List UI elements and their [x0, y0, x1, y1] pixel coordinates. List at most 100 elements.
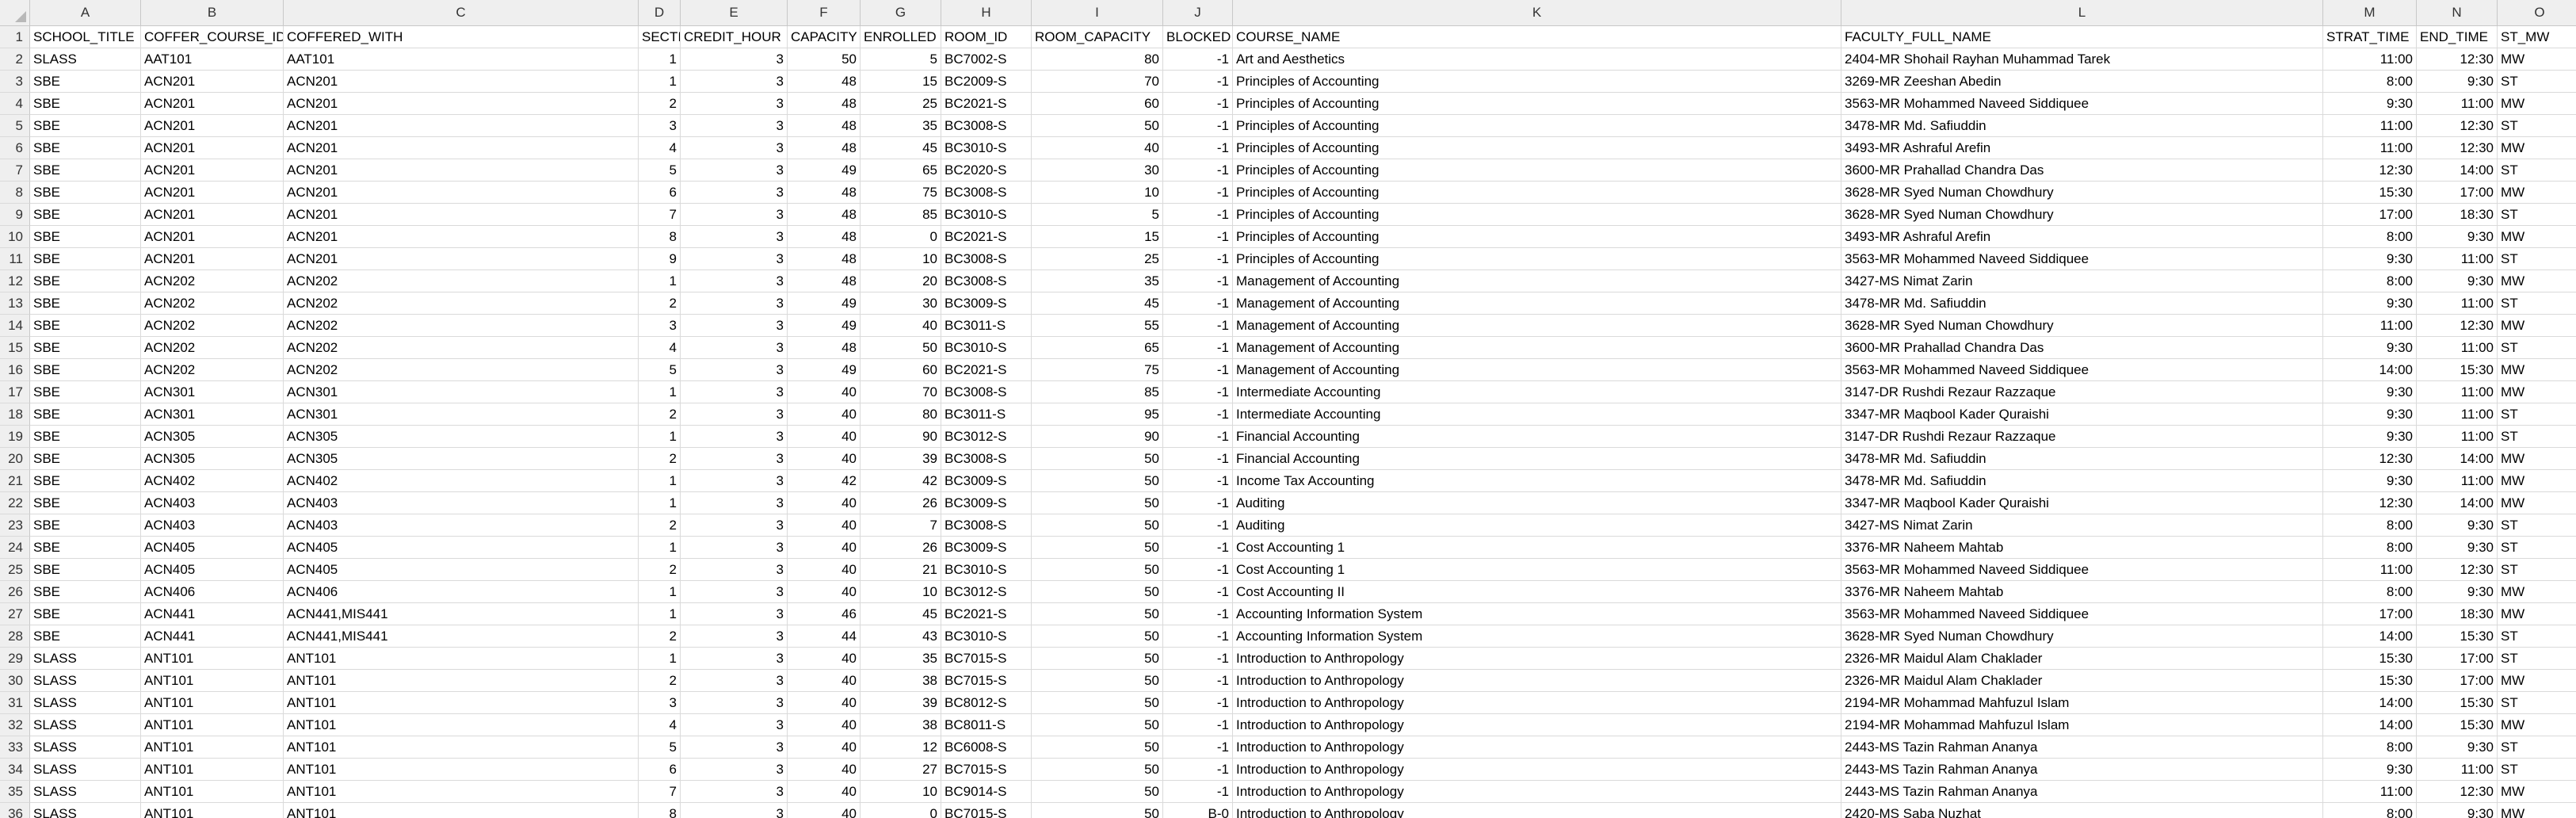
- cell-o25[interactable]: ST: [2498, 559, 2576, 581]
- cell-h4[interactable]: BC2021-S: [941, 93, 1032, 115]
- cell-c24[interactable]: ACN405: [284, 537, 639, 559]
- cell-b28[interactable]: ACN441: [141, 625, 284, 648]
- cell-n27[interactable]: 18:30: [2417, 603, 2498, 625]
- cell-d10[interactable]: 8: [639, 226, 681, 248]
- cell-j16[interactable]: -1: [1163, 359, 1233, 381]
- cell-c33[interactable]: ANT101: [284, 736, 639, 759]
- cell-k4[interactable]: Principles of Accounting: [1233, 93, 1841, 115]
- row-header[interactable]: 9: [0, 204, 30, 226]
- cell-n36[interactable]: 9:30: [2417, 803, 2498, 818]
- cell-m32[interactable]: 14:00: [2323, 714, 2417, 736]
- cell-c35[interactable]: ANT101: [284, 781, 639, 803]
- cell-h31[interactable]: BC8012-S: [941, 692, 1032, 714]
- cell-j6[interactable]: -1: [1163, 137, 1233, 159]
- row-header[interactable]: 35: [0, 781, 30, 803]
- row-header[interactable]: 22: [0, 492, 30, 514]
- cell-i34[interactable]: 50: [1032, 759, 1163, 781]
- cell-h27[interactable]: BC2021-S: [941, 603, 1032, 625]
- row-header[interactable]: 21: [0, 470, 30, 492]
- cell-c4[interactable]: ACN201: [284, 93, 639, 115]
- cell-g15[interactable]: 50: [861, 337, 941, 359]
- cell-l6[interactable]: 3493-MR Ashraful Arefin: [1841, 137, 2323, 159]
- cell-k32[interactable]: Introduction to Anthropology: [1233, 714, 1841, 736]
- cell-m18[interactable]: 9:30: [2323, 403, 2417, 426]
- cell-o12[interactable]: MW: [2498, 270, 2576, 292]
- cell-d31[interactable]: 3: [639, 692, 681, 714]
- cell-k5[interactable]: Principles of Accounting: [1233, 115, 1841, 137]
- cell-k27[interactable]: Accounting Information System: [1233, 603, 1841, 625]
- row-header[interactable]: 26: [0, 581, 30, 603]
- cell-a15[interactable]: SBE: [30, 337, 141, 359]
- cell-e27[interactable]: 3: [681, 603, 788, 625]
- cell-j2[interactable]: -1: [1163, 48, 1233, 71]
- cell-a14[interactable]: SBE: [30, 315, 141, 337]
- row-header[interactable]: 5: [0, 115, 30, 137]
- cell-d6[interactable]: 4: [639, 137, 681, 159]
- cell-e28[interactable]: 3: [681, 625, 788, 648]
- cell-m4[interactable]: 9:30: [2323, 93, 2417, 115]
- cell-d9[interactable]: 7: [639, 204, 681, 226]
- cell-o6[interactable]: MW: [2498, 137, 2576, 159]
- cell-o2[interactable]: MW: [2498, 48, 2576, 71]
- cell-c31[interactable]: ANT101: [284, 692, 639, 714]
- cell-g12[interactable]: 20: [861, 270, 941, 292]
- select-all-corner[interactable]: [0, 0, 30, 25]
- cell-o15[interactable]: ST: [2498, 337, 2576, 359]
- cell-l19[interactable]: 3147-DR Rushdi Rezaur Razzaque: [1841, 426, 2323, 448]
- cell-k34[interactable]: Introduction to Anthropology: [1233, 759, 1841, 781]
- column-header-o[interactable]: O: [2498, 0, 2576, 25]
- cell-a5[interactable]: SBE: [30, 115, 141, 137]
- cell-l13[interactable]: 3478-MR Md. Safiuddin: [1841, 292, 2323, 315]
- cell-j11[interactable]: -1: [1163, 248, 1233, 270]
- row-header[interactable]: 13: [0, 292, 30, 315]
- cell-d23[interactable]: 2: [639, 514, 681, 537]
- cell-a29[interactable]: SLASS: [30, 648, 141, 670]
- cell-h12[interactable]: BC3008-S: [941, 270, 1032, 292]
- row-header[interactable]: 4: [0, 93, 30, 115]
- cell-m27[interactable]: 17:00: [2323, 603, 2417, 625]
- cell-b19[interactable]: ACN305: [141, 426, 284, 448]
- cell-i33[interactable]: 50: [1032, 736, 1163, 759]
- cell-j29[interactable]: -1: [1163, 648, 1233, 670]
- cell-b8[interactable]: ACN201: [141, 182, 284, 204]
- cell-o16[interactable]: MW: [2498, 359, 2576, 381]
- cell-a35[interactable]: SLASS: [30, 781, 141, 803]
- cell-c8[interactable]: ACN201: [284, 182, 639, 204]
- cell-f22[interactable]: 40: [788, 492, 861, 514]
- cell-d5[interactable]: 3: [639, 115, 681, 137]
- cell-f36[interactable]: 40: [788, 803, 861, 818]
- cell-h1[interactable]: ROOM_ID: [941, 26, 1032, 48]
- cell-c22[interactable]: ACN403: [284, 492, 639, 514]
- cell-m17[interactable]: 9:30: [2323, 381, 2417, 403]
- cell-n1[interactable]: END_TIME: [2417, 26, 2498, 48]
- cell-e13[interactable]: 3: [681, 292, 788, 315]
- cell-o7[interactable]: ST: [2498, 159, 2576, 182]
- cell-b26[interactable]: ACN406: [141, 581, 284, 603]
- cell-d36[interactable]: 8: [639, 803, 681, 818]
- row-header[interactable]: 14: [0, 315, 30, 337]
- cell-i5[interactable]: 50: [1032, 115, 1163, 137]
- cell-j19[interactable]: -1: [1163, 426, 1233, 448]
- cell-o22[interactable]: MW: [2498, 492, 2576, 514]
- cell-a25[interactable]: SBE: [30, 559, 141, 581]
- cell-j33[interactable]: -1: [1163, 736, 1233, 759]
- cell-k33[interactable]: Introduction to Anthropology: [1233, 736, 1841, 759]
- column-header-a[interactable]: A: [30, 0, 141, 25]
- cell-o20[interactable]: MW: [2498, 448, 2576, 470]
- cell-l29[interactable]: 2326-MR Maidul Alam Chaklader: [1841, 648, 2323, 670]
- cell-j28[interactable]: -1: [1163, 625, 1233, 648]
- cell-j18[interactable]: -1: [1163, 403, 1233, 426]
- cell-a30[interactable]: SLASS: [30, 670, 141, 692]
- cell-e25[interactable]: 3: [681, 559, 788, 581]
- cell-e3[interactable]: 3: [681, 71, 788, 93]
- cell-d26[interactable]: 1: [639, 581, 681, 603]
- cell-d4[interactable]: 2: [639, 93, 681, 115]
- cell-j32[interactable]: -1: [1163, 714, 1233, 736]
- cell-e6[interactable]: 3: [681, 137, 788, 159]
- cell-d17[interactable]: 1: [639, 381, 681, 403]
- cell-i16[interactable]: 75: [1032, 359, 1163, 381]
- cell-i24[interactable]: 50: [1032, 537, 1163, 559]
- cell-o5[interactable]: ST: [2498, 115, 2576, 137]
- row-header[interactable]: 12: [0, 270, 30, 292]
- cell-e35[interactable]: 3: [681, 781, 788, 803]
